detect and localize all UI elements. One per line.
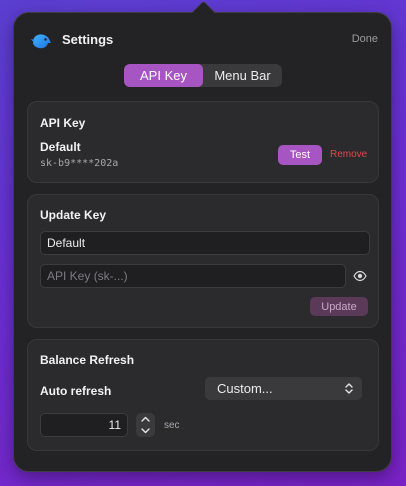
refresh-interval-input[interactable] [40,413,128,437]
chevron-up-icon [141,416,150,422]
balance-refresh-card-title: Balance Refresh [40,353,135,367]
remove-button[interactable]: Remove [330,149,367,160]
update-key-card-title: Update Key [40,208,107,222]
bird-logo-icon [31,34,51,49]
auto-refresh-selected-value: Custom... [217,381,273,396]
page-title: Settings [62,32,114,47]
key-name: Default [40,140,81,154]
interval-unit-label: sec [164,420,180,431]
key-name-input[interactable] [40,231,370,255]
header: Settings Done [14,13,391,63]
chevron-up-down-icon [345,383,353,394]
api-key-card: API Key Default sk-b9****202a Test Remov… [27,101,379,183]
settings-popover: Settings Done API Key Menu Bar API Key D… [13,12,392,472]
balance-refresh-card: Balance Refresh Auto refresh Custom... 1… [27,339,379,451]
stepper-up-button[interactable] [136,413,155,425]
done-button[interactable]: Done [352,33,378,45]
chevron-down-icon [141,428,150,434]
eye-icon[interactable] [353,270,367,282]
auto-refresh-select[interactable]: Custom... [205,377,362,400]
api-key-card-title: API Key [40,116,86,130]
interval-stepper [136,413,155,437]
stepper-down-button[interactable] [136,425,155,437]
tab-menu-bar[interactable]: Menu Bar [203,64,282,87]
tab-bar: API Key Menu Bar [124,64,282,87]
test-button[interactable]: Test [278,145,322,165]
api-key-input[interactable] [40,264,346,288]
update-key-card: Update Key Update [27,194,379,328]
update-button[interactable]: Update [310,297,368,316]
masked-key: sk-b9****202a [40,158,119,169]
tab-api-key[interactable]: API Key [124,64,203,87]
auto-refresh-label: Auto refresh [40,384,112,398]
